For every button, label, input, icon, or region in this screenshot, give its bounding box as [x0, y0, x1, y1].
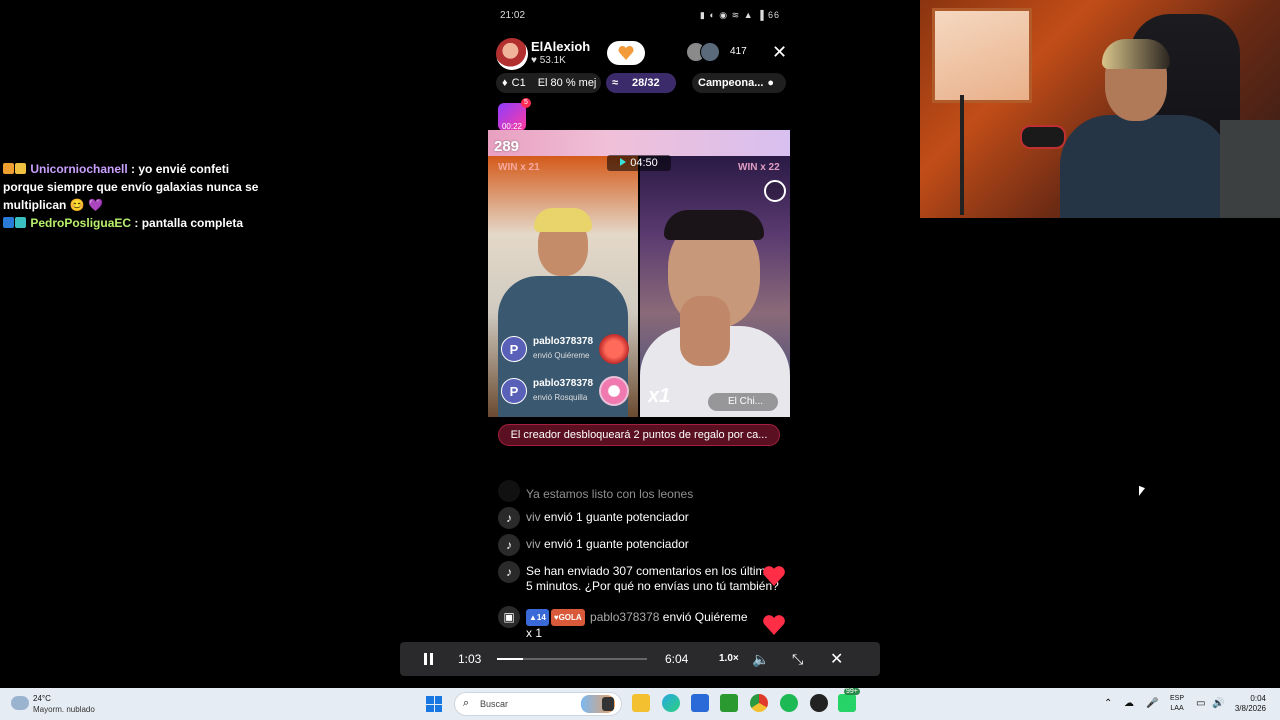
task-view-icon[interactable]: [602, 697, 614, 711]
cloud-icon[interactable]: [764, 180, 786, 202]
volume-icon[interactable]: 🔈: [752, 651, 769, 668]
duration: 6:04: [665, 652, 689, 666]
diamond-icon: ♦: [502, 77, 508, 89]
info-row: ♦ C1 El 80 % mej ≈ 28/32 Campeona... ●: [496, 73, 786, 93]
volume-icon[interactable]: 🔊: [1212, 698, 1224, 709]
host-header: ElAlexioh ♥ 53.1K 417 ✕: [496, 38, 787, 70]
cloud-icon[interactable]: [11, 696, 29, 710]
battle-timer: 04:50: [607, 155, 671, 171]
video-player-controls: 1:03 6:04 1.0× 🔈 ⤡ ✕: [400, 642, 880, 676]
donut-icon: [599, 376, 629, 406]
opponent-name[interactable]: El Chi...: [708, 393, 778, 411]
close-icon[interactable]: ✕: [772, 42, 787, 62]
wave-icon: ≈: [612, 77, 619, 89]
multiplier: x1: [648, 385, 671, 407]
gift-notification: P pablo378378 envió Rosquilla: [501, 376, 631, 410]
tiktok-icon: ♪: [498, 561, 520, 583]
chrome-icon[interactable]: [750, 694, 768, 712]
language-indicator[interactable]: ESP LAA: [1170, 694, 1184, 714]
overlay-chat: Unicorniochanell : yo envié confeti porq…: [3, 160, 273, 232]
chat-badge-icon: [3, 217, 14, 228]
gift-box-icon: ▣: [498, 606, 520, 628]
edge-icon[interactable]: [662, 694, 680, 712]
mouse-cursor: [1139, 485, 1145, 499]
chat-badge-icon: [3, 163, 14, 174]
chat-username: PedroPosliguaEC: [30, 216, 132, 230]
gift-user-avatar: P: [501, 336, 527, 362]
follow-button[interactable]: [607, 41, 645, 65]
level-badge: ▲14: [526, 609, 549, 626]
gift-icon: [599, 334, 629, 364]
phone-stream: 21:02 ▮ ◐ ◉ ≋ ▲ ▐ 66 ElAlexioh ♥ 53.1K 4…: [488, 0, 790, 640]
win-streak-left: WIN x 21: [498, 162, 540, 173]
overlay-chat-line: PedroPosliguaEC : pantalla completa: [3, 214, 273, 232]
chat-message: : pantalla completa: [134, 216, 244, 230]
status-time: 21:02: [500, 10, 526, 21]
rank-chip[interactable]: ♦ C1 El 80 % mej: [496, 73, 601, 93]
search-icon: ⌕: [463, 697, 470, 709]
exit-fullscreen-icon[interactable]: ⤡: [792, 651, 803, 668]
streamer: [1060, 39, 1230, 218]
microphone: [1020, 125, 1066, 149]
cloud-off-icon[interactable]: ☁: [1124, 698, 1134, 709]
seek-bar[interactable]: [497, 658, 647, 660]
top-viewers[interactable]: [686, 42, 726, 64]
host-name[interactable]: ElAlexioh: [531, 39, 590, 54]
taskbar-apps: ⌕ Buscar 99+: [424, 688, 864, 716]
file-explorer-icon[interactable]: [632, 694, 650, 712]
windows-start-icon[interactable]: [426, 696, 442, 712]
overlay-chat-line: Unicorniochanell : yo envié confeti porq…: [3, 160, 273, 214]
gift-points-notice[interactable]: El creador desbloqueará 2 puntos de rega…: [498, 424, 780, 446]
chevron-up-icon[interactable]: ⌃: [1104, 698, 1112, 709]
system-tray: ⌃ ☁ 🎤 ESP LAA ▭ 🔊 0:04 3/8/2026: [1104, 692, 1274, 716]
battle-view: 289 WIN x 21 WIN x 22 04:50 P pablo37837…: [488, 130, 790, 417]
tiktok-icon: ♪: [498, 534, 520, 556]
mic-arm: [960, 95, 964, 215]
battle-score: 289: [494, 138, 520, 155]
seek-progress: [497, 658, 523, 660]
spotify-icon[interactable]: [780, 694, 798, 712]
mini-stream-thumb[interactable]: 00:22: [498, 103, 526, 131]
weather-temp[interactable]: 24°C: [33, 694, 51, 703]
heart-icon: [618, 46, 634, 60]
store-icon[interactable]: [691, 694, 709, 712]
obs-icon[interactable]: [810, 694, 828, 712]
chat-badge-icon: [15, 217, 26, 228]
webcam-feed: [920, 0, 1280, 218]
fan-badge: ♥GOLA: [550, 609, 585, 626]
notification-badge: 5: [521, 98, 531, 108]
user-avatar: [498, 480, 520, 502]
whatsapp-icon[interactable]: [838, 694, 856, 712]
network-icon[interactable]: ▭: [1196, 698, 1205, 709]
clock[interactable]: 0:04 3/8/2026: [1232, 694, 1266, 714]
host-likes: ♥ 53.1K: [531, 55, 566, 66]
viewer-count[interactable]: 417: [730, 46, 747, 57]
notification-count: 99+: [844, 688, 860, 695]
background-window: [932, 8, 1032, 103]
search-input[interactable]: ⌕ Buscar: [454, 692, 622, 716]
minecraft-icon[interactable]: [720, 694, 738, 712]
battle-score-bar: [488, 130, 790, 156]
host-avatar[interactable]: [496, 38, 528, 70]
gift-user-avatar: P: [501, 378, 527, 404]
timer-icon: [620, 158, 627, 166]
status-icons: ▮ ◐ ◉ ≋ ▲ ▐ 66: [699, 10, 780, 20]
taskbar: 24°C Mayorm. nublado ⌕ Buscar 99+ ⌃ ☁ 🎤 …: [0, 688, 1280, 720]
cookie-icon: ●: [767, 77, 775, 89]
speed-button[interactable]: 1.0×: [719, 653, 739, 664]
microphone-icon[interactable]: 🎤: [1146, 698, 1158, 709]
pause-icon[interactable]: [424, 653, 434, 665]
viewer-avatar: [700, 42, 720, 62]
campaign-chip[interactable]: Campeona... ●: [692, 73, 786, 93]
gift-notification: P pablo378378 envió Quiéreme: [501, 334, 631, 368]
close-icon[interactable]: ✕: [830, 649, 843, 669]
monitor: [1220, 120, 1280, 218]
progress-chip[interactable]: ≈ 28/32: [606, 73, 676, 93]
tiktok-icon: ♪: [498, 507, 520, 529]
chat-username: Unicorniochanell: [30, 162, 128, 176]
weather-desc[interactable]: Mayorm. nublado: [33, 705, 95, 714]
chat-badge-icon: [15, 163, 26, 174]
win-streak-right: WIN x 22: [738, 162, 780, 173]
current-time: 1:03: [458, 652, 482, 666]
